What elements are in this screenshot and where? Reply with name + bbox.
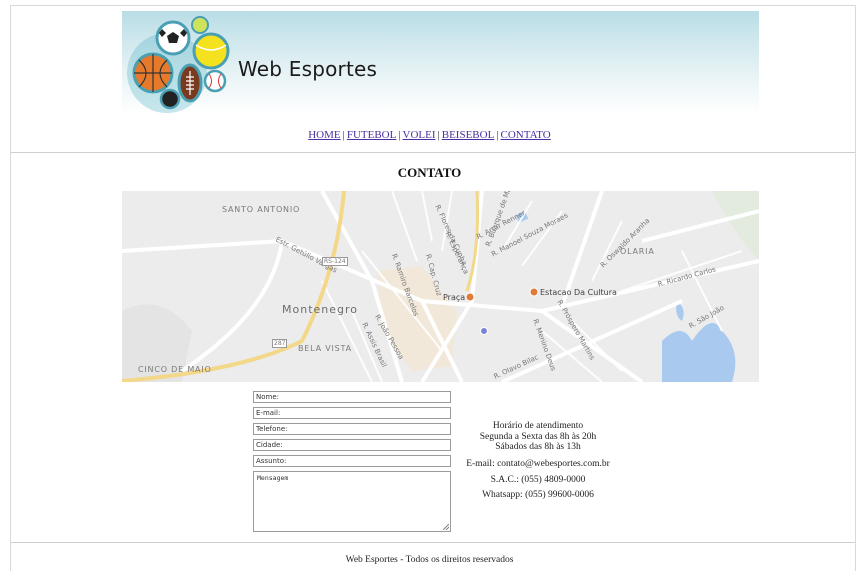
map-embed[interactable]: SANTO ANTONIO Montenegro BELA VISTA CINC… bbox=[122, 191, 759, 382]
map-label: CINCO DE MAIO bbox=[138, 365, 212, 374]
cidade-field[interactable]: Cidade: bbox=[253, 439, 451, 451]
basketball-icon bbox=[132, 52, 174, 94]
resize-handle-icon[interactable] bbox=[443, 524, 449, 530]
yellow-ball-icon bbox=[192, 32, 230, 70]
contact-sac: S.A.C.: (055) 4809-0000 bbox=[490, 475, 586, 485]
nav-contato-link[interactable]: CONTATO bbox=[501, 129, 551, 141]
nav-separator: | bbox=[437, 129, 440, 141]
nav-beisebol-link[interactable]: BEISEBOL bbox=[442, 129, 495, 141]
bowling-ball-icon bbox=[159, 88, 181, 110]
football-icon bbox=[177, 63, 203, 103]
map-label: BELA VISTA bbox=[298, 344, 352, 353]
divider bbox=[11, 542, 855, 543]
baseball-icon bbox=[203, 69, 227, 93]
page-title: CONTATO bbox=[397, 165, 462, 180]
map-marker-icon bbox=[480, 327, 488, 335]
nav-home-link[interactable]: HOME bbox=[308, 129, 340, 141]
mensagem-placeholder: Mensagem bbox=[257, 474, 289, 482]
soccer-ball-icon bbox=[155, 20, 191, 56]
nav-separator: | bbox=[342, 129, 345, 141]
email-field[interactable]: E-mail: bbox=[253, 407, 451, 419]
tennis-ball-icon bbox=[191, 16, 209, 34]
mensagem-textarea[interactable]: Mensagem bbox=[253, 471, 451, 532]
header-banner: Web Esportes bbox=[122, 11, 759, 114]
map-pin-icon bbox=[529, 287, 539, 297]
main-nav: HOME | FUTEBOL | VOLEI | BEISEBOL | CONTATO bbox=[0, 129, 859, 141]
map-pin-icon bbox=[465, 292, 475, 302]
map-label: SANTO ANTONIO bbox=[222, 205, 301, 214]
footer-text: Web Esportes - Todos os direitos reserva… bbox=[345, 555, 514, 565]
map-label: Praça bbox=[443, 293, 466, 302]
map-label: Estacao Da Cultura bbox=[540, 288, 617, 297]
contact-info: Horário de atendimento Segunda a Sexta d… bbox=[458, 421, 618, 500]
nav-futebol-link[interactable]: FUTEBOL bbox=[347, 129, 397, 141]
horario-semana: Segunda a Sexta das 8h às 20h bbox=[479, 431, 597, 442]
sports-balls-logo bbox=[127, 16, 230, 113]
nav-separator: | bbox=[398, 129, 401, 141]
contact-email: E-mail: contato@webesportes.com.br bbox=[466, 458, 610, 469]
map-label: Montenegro bbox=[282, 303, 359, 316]
nav-volei-link[interactable]: VOLEI bbox=[403, 129, 436, 141]
telefone-field[interactable]: Telefone: bbox=[253, 423, 451, 435]
contact-whatsapp: Whatsapp: (055) 99600-0006 bbox=[482, 489, 594, 500]
nome-field[interactable]: Nome: bbox=[253, 391, 451, 403]
nav-separator: | bbox=[496, 129, 499, 141]
map-label: RS-124 bbox=[322, 257, 348, 266]
horario-sabado: Sábados das 8h às 13h bbox=[495, 442, 581, 452]
assunto-field[interactable]: Assunto: bbox=[253, 455, 451, 467]
map-label: 287 bbox=[272, 339, 288, 348]
horario-title: Horário de atendimento bbox=[492, 421, 584, 431]
brand-name: Web Esportes bbox=[238, 57, 378, 81]
divider bbox=[11, 152, 855, 153]
